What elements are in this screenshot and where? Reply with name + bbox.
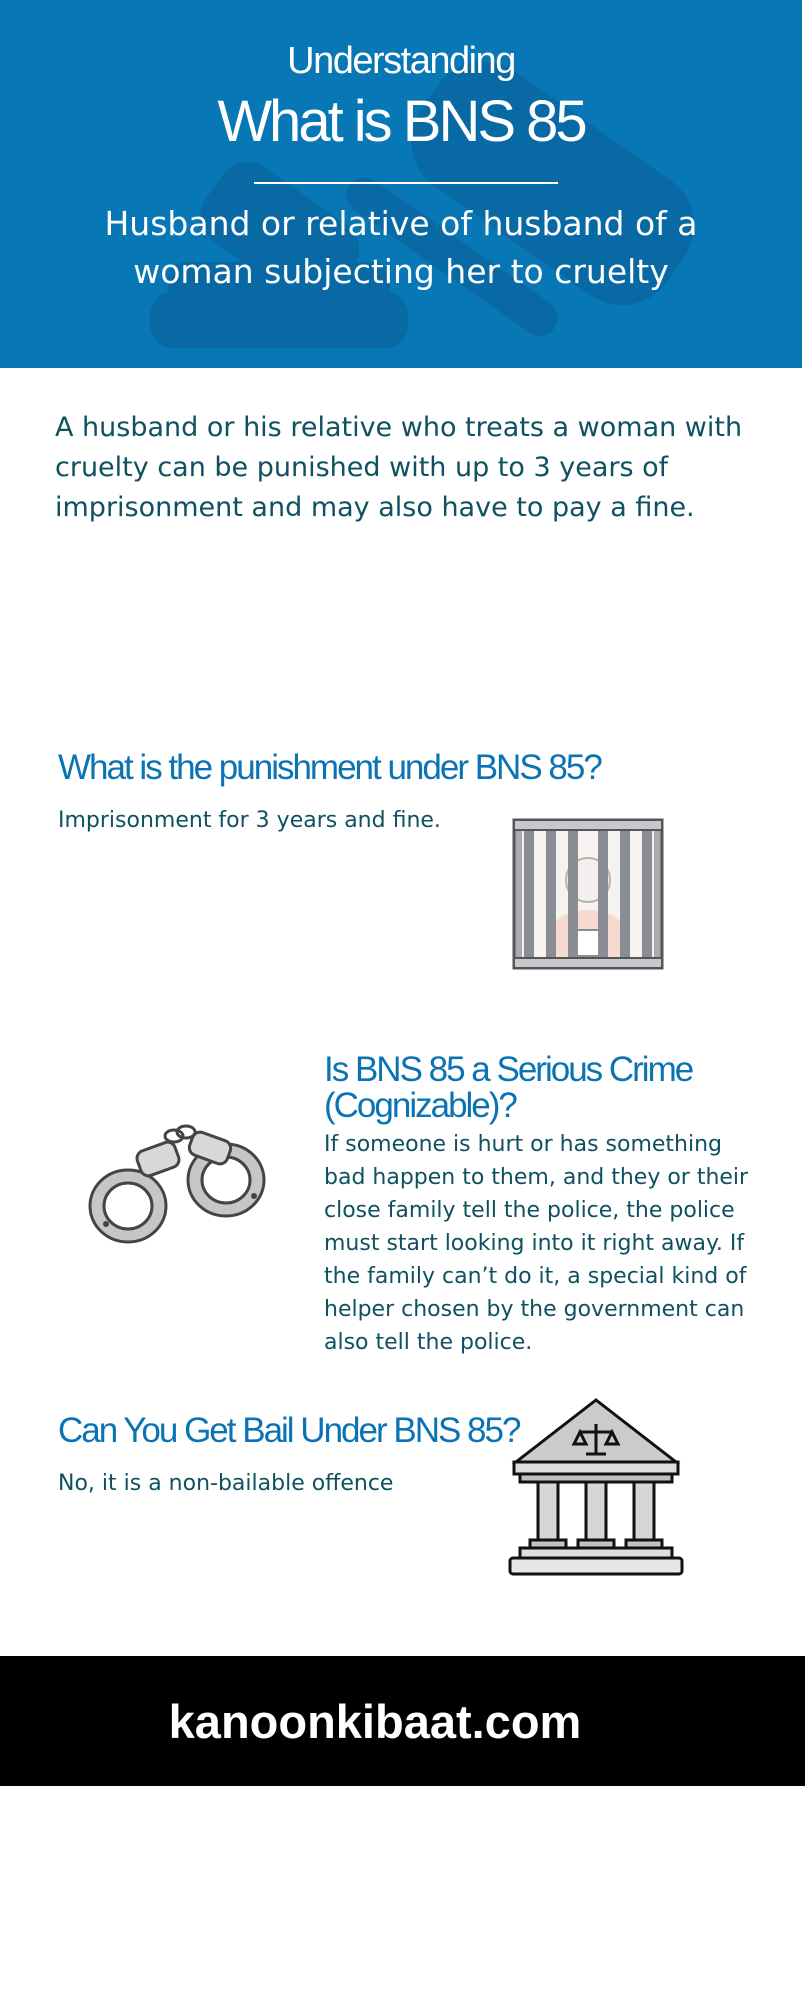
page-title: What is BNS 85 bbox=[217, 89, 587, 154]
footer-site-link[interactable]: kanoonkibaat.com bbox=[0, 1694, 750, 1749]
jail-icon bbox=[512, 818, 664, 970]
page-subtitle: Husband or relative of husband of a woma… bbox=[104, 204, 698, 291]
punishment-heading: What is the punishment under BNS 85? bbox=[58, 748, 603, 787]
cognizable-heading: Is BNS 85 a Serious Crime (Cognizable)? bbox=[324, 1050, 694, 1125]
bail-text: No, it is a non-bailable offence bbox=[58, 1471, 394, 1496]
header-banner: Understanding What is BNS 85 Husband or … bbox=[0, 0, 802, 368]
intro-paragraph: A husband or his relative who treats a w… bbox=[55, 412, 743, 523]
cognizable-text: If someone is hurt or has something bad … bbox=[324, 1132, 749, 1355]
header-divider bbox=[254, 182, 558, 184]
bail-heading: Can You Get Bail Under BNS 85? bbox=[58, 1411, 521, 1450]
courthouse-icon bbox=[508, 1398, 684, 1576]
header-eyebrow: Understanding bbox=[287, 40, 516, 82]
punishment-text: Imprisonment for 3 years and fine. bbox=[58, 808, 441, 833]
handcuffs-icon bbox=[88, 1124, 266, 1244]
